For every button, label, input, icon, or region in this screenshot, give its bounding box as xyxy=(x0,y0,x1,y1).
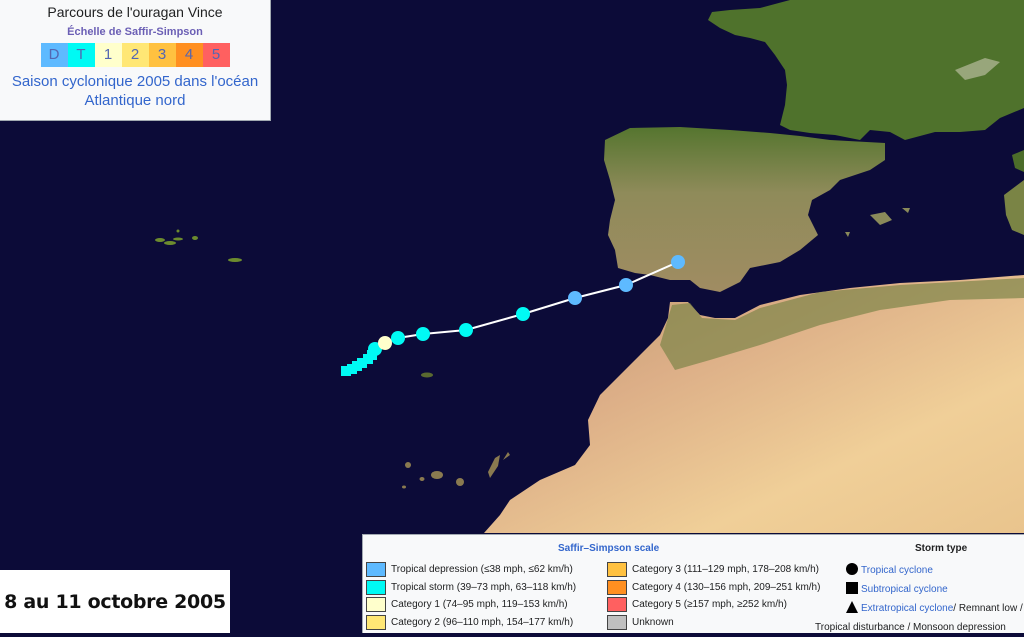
track-point-tropical xyxy=(459,323,473,337)
legend-scale-label: Category 5 (≥157 mph, ≥252 km/h) xyxy=(632,599,787,611)
scale-cell-4: 4 xyxy=(175,43,203,67)
storm-type-item: Extratropical cyclone / Remnant low / xyxy=(845,599,1023,618)
legend-scale-label: Unknown xyxy=(632,616,674,628)
triangle-icon xyxy=(846,601,858,613)
storm-type-shape xyxy=(845,601,859,616)
legend: Saffir–Simpson scale Storm type Tropical… xyxy=(362,534,1024,633)
scale-cell-3: 3 xyxy=(148,43,176,67)
date-box: 8 au 11 octobre 2005 xyxy=(0,570,230,633)
legend-scale-label: Category 2 (96–110 mph, 154–177 km/h) xyxy=(391,616,574,628)
storm-type-shape xyxy=(845,582,859,597)
storm-type-list: Tropical cyclone Subtropical cyclone Extra… xyxy=(815,561,1023,637)
storm-type-item: Subtropical cyclone xyxy=(845,580,1023,599)
scale-cell-t: T xyxy=(67,43,95,67)
scale-cell-1: 1 xyxy=(94,43,122,67)
legend-scale-item: Unknown xyxy=(607,614,820,632)
legend-scale-title[interactable]: Saffir–Simpson scale xyxy=(558,543,659,554)
track-point-tropical xyxy=(568,291,582,305)
storm-type-continuation: Tropical disturbance / Monsoon depressio… xyxy=(815,622,1006,633)
map-title: Parcours de l'ouragan Vince xyxy=(47,4,223,20)
legend-scale-label: Category 3 (111–129 mph, 178–208 km/h) xyxy=(632,564,819,576)
color-swatch xyxy=(366,597,386,613)
storm-type-item: Tropical cyclone xyxy=(845,561,1023,580)
color-swatch xyxy=(607,562,627,578)
square-icon xyxy=(846,582,858,594)
track-point-tropical xyxy=(378,336,392,350)
land-madeira xyxy=(421,372,433,378)
storm-type-shape xyxy=(845,563,859,578)
legend-column-1: Tropical depression (≤38 mph, ≤62 km/h) T… xyxy=(366,561,576,631)
track-point-tropical xyxy=(416,327,430,341)
legend-scale-label: Category 4 (130–156 mph, 209–251 km/h) xyxy=(632,581,821,593)
title-box: Parcours de l'ouragan Vince Échelle de S… xyxy=(0,0,271,121)
color-swatch xyxy=(366,562,386,578)
color-swatch xyxy=(366,579,386,595)
legend-scale-item: Tropical storm (39–73 mph, 63–118 km/h) xyxy=(366,579,576,597)
legend-type-title: Storm type xyxy=(915,543,968,554)
scale-cell-d: D xyxy=(40,43,68,67)
color-swatch xyxy=(366,614,386,630)
legend-scale-item: Tropical depression (≤38 mph, ≤62 km/h) xyxy=(366,561,576,579)
track-point-tropical xyxy=(391,331,405,345)
legend-scale-item: Category 1 (74–95 mph, 119–153 km/h) xyxy=(366,596,576,614)
track-point-tropical xyxy=(671,255,685,269)
scale-cell-5: 5 xyxy=(202,43,230,67)
date-label: 8 au 11 octobre 2005 xyxy=(4,590,226,613)
storm-type-link[interactable]: Subtropical cyclone xyxy=(861,584,948,595)
legend-scale-item: Category 2 (96–110 mph, 154–177 km/h) xyxy=(366,614,576,632)
storm-type-item: Tropical disturbance / Monsoon depressio… xyxy=(815,618,1023,637)
season-link[interactable]: Saison cyclonique 2005 dans l'océan Atla… xyxy=(0,72,270,110)
legend-scale-item: Category 5 (≥157 mph, ≥252 km/h) xyxy=(607,596,820,614)
track-point-tropical xyxy=(516,307,530,321)
legend-scale-item: Category 4 (130–156 mph, 209–251 km/h) xyxy=(607,579,820,597)
color-swatch xyxy=(607,597,627,613)
legend-scale-item: Category 3 (111–129 mph, 178–208 km/h) xyxy=(607,561,820,579)
scale-bar: DT12345 xyxy=(0,43,270,67)
track-point-tropical xyxy=(619,278,633,292)
storm-type-extra: / Remnant low / xyxy=(953,603,1023,614)
legend-column-2: Category 3 (111–129 mph, 178–208 km/h) Ca… xyxy=(607,561,820,631)
color-swatch xyxy=(607,579,627,595)
storm-type-link[interactable]: Tropical cyclone xyxy=(861,565,933,576)
legend-scale-label: Tropical depression (≤38 mph, ≤62 km/h) xyxy=(391,564,573,576)
legend-scale-label: Category 1 (74–95 mph, 119–153 km/h) xyxy=(391,599,568,611)
color-swatch xyxy=(607,614,627,630)
circle-icon xyxy=(846,563,858,575)
legend-scale-label: Tropical storm (39–73 mph, 63–118 km/h) xyxy=(391,581,577,593)
scale-cell-2: 2 xyxy=(121,43,149,67)
scale-link[interactable]: Échelle de Saffir-Simpson xyxy=(0,26,270,38)
storm-type-link[interactable]: Extratropical cyclone xyxy=(861,603,953,614)
